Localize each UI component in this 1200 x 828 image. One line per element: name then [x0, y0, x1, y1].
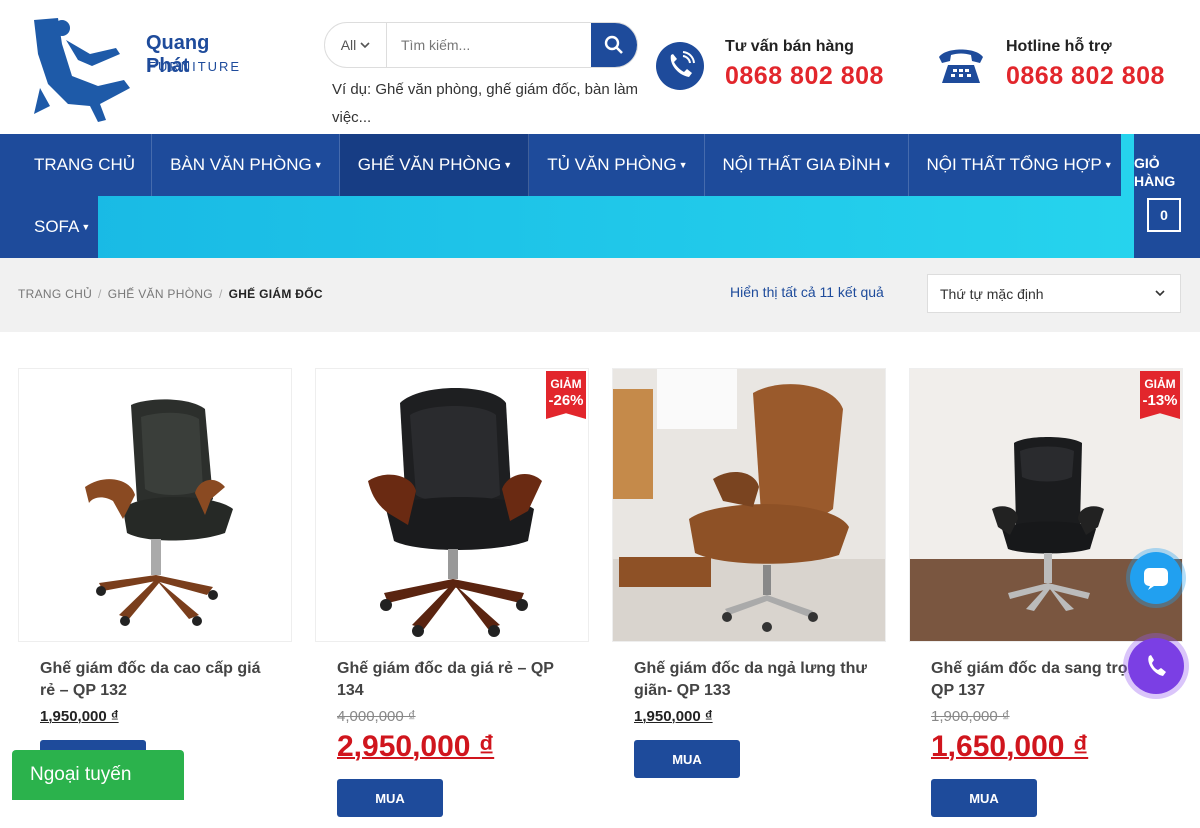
- hotline-label: Hotline hỗ trợ: [1006, 38, 1112, 55]
- nav-row: TRANG CHỦ BÀN VĂN PHÒNG ▼ GHẾ VĂN PHÒNG ▼ …: [0, 134, 1121, 196]
- cart-count: 0: [1147, 198, 1181, 232]
- nav-item-office-chairs[interactable]: GHẾ VĂN PHÒNG ▼: [339, 134, 530, 196]
- nav-item-label: GHẾ VĂN PHÒNG: [357, 155, 502, 174]
- caret-down-icon: ▼: [81, 222, 91, 232]
- nav-item-office-desks[interactable]: BÀN VĂN PHÒNG ▼: [152, 134, 340, 196]
- search-hint: Ví dụ: Ghế văn phòng, ghế giám đốc, bàn …: [332, 81, 639, 126]
- search-input[interactable]: [387, 23, 593, 67]
- nav-item-label: NỘI THẤT GIA ĐÌNH: [722, 155, 881, 174]
- product-title[interactable]: Ghế giám đốc da cao cấp giá rẻ – QP 132: [40, 658, 280, 702]
- product-image[interactable]: GIẢM -26%: [315, 368, 589, 642]
- caret-down-icon: ▼: [313, 160, 323, 170]
- hotline-phone[interactable]: 0868 802 808: [1006, 62, 1165, 91]
- chevron-down-icon: [1155, 290, 1165, 297]
- chair-man-logo-icon: [34, 18, 130, 122]
- office-chair-image: [85, 399, 233, 626]
- buy-button[interactable]: MUA: [931, 779, 1037, 817]
- breadcrumb-separator: /: [98, 287, 102, 301]
- breadcrumb-bar: TRANG CHỦ / GHẾ VĂN PHÒNG / GHẾ GIÁM ĐỐC Hiể…: [0, 258, 1200, 332]
- nav-item-general-furniture[interactable]: NỘI THẤT TỔNG HỢP ▼: [908, 134, 1121, 196]
- cart-button[interactable]: GIỎ HÀNG 0: [1134, 134, 1200, 258]
- sale-price-value: 1,650,000 ₫: [931, 730, 1089, 763]
- sales-contact-phone[interactable]: 0868 802 808: [725, 62, 884, 91]
- sort-select[interactable]: Thứ tự mặc định: [927, 274, 1181, 313]
- caret-down-icon: ▼: [882, 160, 892, 170]
- discount-badge: GIẢM -26%: [546, 371, 586, 419]
- nav-item-sofa[interactable]: SOFA ▼: [0, 196, 99, 258]
- search-button[interactable]: [591, 23, 637, 67]
- main-nav: TRANG CHỦ BÀN VĂN PHÒNG ▼ GHẾ VĂN PHÒNG ▼ …: [0, 134, 1200, 258]
- product-old-price: 1,900,000 ₫: [931, 708, 1010, 725]
- product-card[interactable]: Ghế giám đốc da ngả lưng thư giãn- QP 13…: [612, 368, 886, 828]
- product-title[interactable]: Ghế giám đốc da ngả lưng thư giãn- QP 13…: [634, 658, 874, 702]
- nav-item-label: BÀN VĂN PHÒNG: [170, 155, 312, 174]
- result-count: Hiển thị tất cả 11 kết quả: [730, 284, 884, 300]
- breadcrumb-office-chairs[interactable]: GHẾ VĂN PHÒNG: [108, 287, 213, 301]
- product-sale-price: 2,950,000 ₫: [337, 730, 494, 764]
- brand-subtitle: FURNITURE: [148, 59, 242, 74]
- cart-label: GIỎ HÀNG: [1134, 155, 1176, 189]
- live-chat-status[interactable]: Ngoại tuyến: [12, 750, 184, 800]
- product-card[interactable]: GIẢM -26% Ghế giám đốc da giá rẻ – QP 134…: [315, 368, 589, 828]
- brand-logo[interactable]: Quang Phát FURNITURE: [28, 14, 258, 126]
- breadcrumb-current: GHẾ GIÁM ĐỐC: [228, 287, 323, 301]
- product-price: 1,950,000 ₫: [40, 708, 119, 725]
- call-button[interactable]: [1128, 638, 1184, 694]
- caret-down-icon: ▼: [678, 160, 688, 170]
- caret-down-icon: ▼: [503, 160, 513, 170]
- discount-label: GIẢM: [1144, 377, 1176, 391]
- nav-item-label: NỘI THẤT TỔNG HỢP: [926, 155, 1102, 174]
- product-sale-price: 1,650,000 ₫: [931, 730, 1088, 764]
- nav-item-label: TỦ VĂN PHÒNG: [547, 155, 677, 174]
- search-bar: All: [324, 22, 638, 68]
- discount-percent: -26%: [548, 392, 584, 409]
- nav-item-label: TRANG CHỦ: [34, 155, 136, 174]
- product-image[interactable]: [18, 368, 292, 642]
- chevron-down-icon: [360, 42, 370, 49]
- nav-item-office-cabinets[interactable]: TỦ VĂN PHÒNG ▼: [529, 134, 705, 196]
- telephone-icon: [936, 41, 986, 91]
- site-header: Quang Phát FURNITURE All Ví dụ: Ghế văn …: [0, 0, 1200, 134]
- buy-button[interactable]: MUA: [634, 740, 740, 778]
- breadcrumb: TRANG CHỦ / GHẾ VĂN PHÒNG / GHẾ GIÁM ĐỐC: [18, 287, 323, 301]
- nav-item-label: SOFA: [34, 217, 80, 236]
- product-image[interactable]: [612, 368, 886, 642]
- phone-circle-icon: [655, 41, 705, 91]
- buy-button[interactable]: MUA: [337, 779, 443, 817]
- nav-item-home[interactable]: TRANG CHỦ: [0, 134, 153, 196]
- product-price: 1,950,000 ₫: [634, 708, 713, 725]
- breadcrumb-separator: /: [218, 287, 223, 301]
- search-category-select[interactable]: All: [325, 23, 387, 67]
- sale-price-value: 2,950,000 ₫: [337, 730, 495, 763]
- sort-value: Thứ tự mặc định: [940, 285, 1044, 302]
- search-icon: [604, 35, 623, 54]
- product-image[interactable]: GIẢM -13%: [909, 368, 1183, 642]
- nav-row: SOFA ▼: [0, 196, 99, 258]
- product-old-price: 4,000,000 ₫: [337, 708, 416, 725]
- sales-contact-label: Tư vấn bán hàng: [725, 38, 854, 55]
- product-title[interactable]: Ghế giám đốc da giá rẻ – QP 134: [337, 658, 577, 702]
- discount-badge: GIẢM -13%: [1140, 371, 1180, 419]
- caret-down-icon: ▼: [1103, 160, 1113, 170]
- discount-percent: -13%: [1142, 392, 1178, 409]
- recliner-chair-image: [613, 369, 885, 641]
- breadcrumb-home[interactable]: TRANG CHỦ: [18, 287, 92, 301]
- phone-icon: [1148, 655, 1166, 676]
- zalo-chat-button[interactable]: [1130, 552, 1182, 604]
- nav-item-home-furniture[interactable]: NỘI THẤT GIA ĐÌNH ▼: [704, 134, 909, 196]
- zalo-icon: [1144, 568, 1168, 590]
- search-category-value: All: [340, 37, 357, 53]
- discount-label: GIẢM: [550, 377, 582, 391]
